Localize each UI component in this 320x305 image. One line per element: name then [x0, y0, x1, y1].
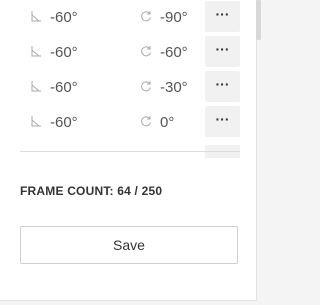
list-item: -60° -30° ···: [0, 70, 256, 105]
scrollbar[interactable]: [256, 0, 261, 40]
rotate-icon: [141, 116, 151, 127]
angle-value: -60°: [50, 114, 78, 131]
list-item: -60° -60° ···: [0, 35, 256, 70]
list-item: -60° -90° ···: [0, 0, 256, 35]
more-options-button[interactable]: ···: [205, 71, 240, 102]
angle-icon: [31, 11, 41, 22]
more-options-button[interactable]: ···: [205, 36, 240, 67]
rotation-value: 0°: [160, 114, 175, 131]
frame-count: FRAME COUNT: 64 / 250: [20, 184, 163, 198]
rotation-value: -60°: [160, 44, 188, 61]
frame-list: -60° -90° ··· -60° -60° ··· -60° -30° ··…: [0, 0, 256, 158]
angle-icon: [31, 81, 41, 92]
save-button[interactable]: Save: [20, 226, 238, 264]
angle-icon: [31, 46, 41, 57]
divider: [20, 151, 240, 152]
rotate-icon: [141, 81, 151, 92]
rotate-icon: [141, 46, 151, 57]
angle-value: -60°: [50, 9, 78, 26]
angle-value: -60°: [50, 44, 78, 61]
more-options-button[interactable]: ···: [205, 106, 240, 137]
angle-value: -60°: [50, 79, 78, 96]
more-options-button[interactable]: ···: [205, 1, 240, 32]
list-item: -60° 0° ···: [0, 105, 256, 140]
rotate-icon: [141, 11, 151, 22]
settings-panel: -60° -90° ··· -60° -60° ··· -60° -30° ··…: [0, 0, 257, 301]
rotation-value: -30°: [160, 79, 188, 96]
rotation-value: -90°: [160, 9, 188, 26]
angle-icon: [31, 116, 41, 127]
